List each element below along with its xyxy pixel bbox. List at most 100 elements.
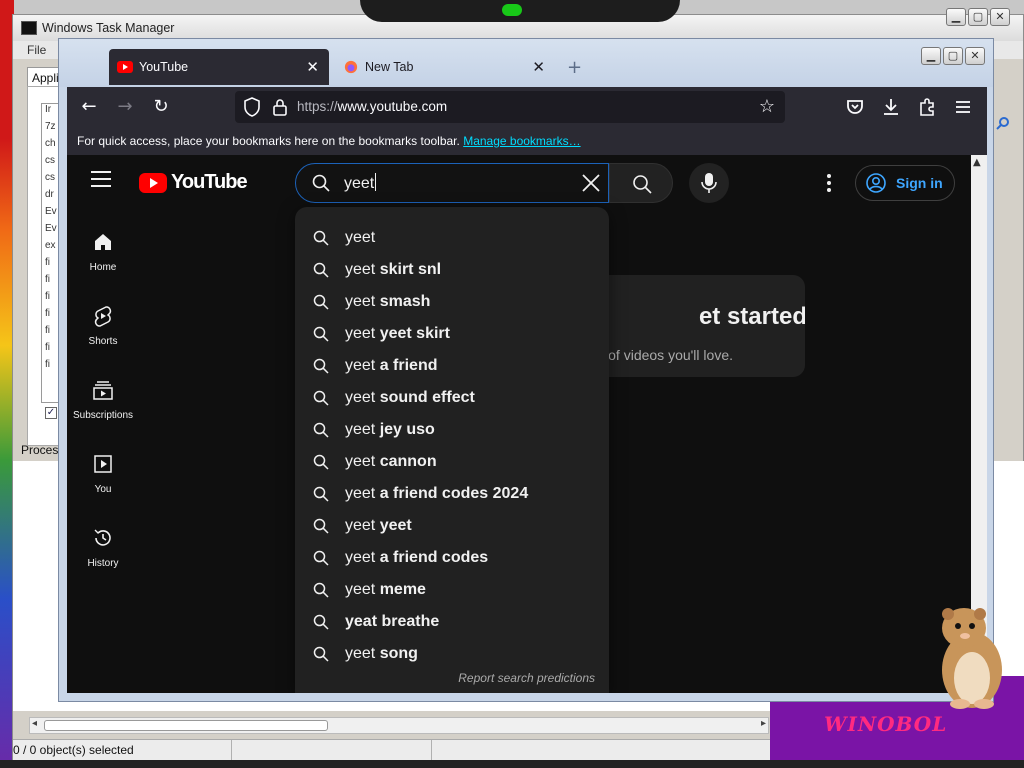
new-tab-button[interactable]: + [567, 57, 582, 78]
search-icon [313, 422, 329, 438]
suggestion-completion: meme [375, 581, 426, 598]
url-text[interactable]: https://www.youtube.com [297, 99, 447, 114]
firefox-window: YouTube ✕ New Tab ✕ + ▁ ▢ ✕ ← → ↻ https:… [58, 38, 994, 702]
suggestion-item[interactable]: yeet a friend [295, 351, 609, 383]
sidebar-item-subscriptions[interactable]: Subscriptions [67, 367, 139, 441]
hamster-image [942, 608, 1002, 709]
suggestion-item[interactable]: yeet song [295, 639, 609, 671]
taskbar-strip [0, 760, 1024, 768]
status-text: 0 / 0 object(s) selected [13, 743, 134, 757]
tab-new-tab[interactable]: New Tab ✕ [335, 49, 555, 85]
voice-search-button[interactable] [689, 163, 729, 203]
suggestion-prefix: yeet [345, 389, 376, 406]
suggestion-completion: song [375, 645, 418, 662]
scrollbar-thumb[interactable] [44, 720, 328, 731]
guide-menu-icon[interactable] [91, 171, 111, 187]
sidebar-item-home[interactable]: Home [67, 219, 139, 293]
search-input[interactable]: yeet [295, 163, 609, 203]
maximize-button[interactable]: ▢ [943, 47, 963, 65]
search-icon [313, 582, 329, 598]
suggestion-text: yeet a friend codes 2024 [345, 485, 528, 503]
forward-icon[interactable]: → [111, 95, 139, 119]
report-predictions-link[interactable]: Report search predictions [458, 671, 595, 685]
lock-icon[interactable] [271, 98, 289, 116]
clear-search-icon[interactable] [580, 172, 602, 194]
search-icon [313, 326, 329, 342]
search-query[interactable]: yeet [344, 173, 377, 193]
search-button[interactable] [609, 163, 673, 203]
suggestion-text: yeet smash [345, 293, 430, 311]
close-button[interactable]: ✕ [990, 8, 1010, 26]
back-icon[interactable]: ← [75, 95, 103, 119]
sign-in-button[interactable]: Sign in [855, 165, 955, 201]
suggestion-item[interactable]: yeet smash [295, 287, 609, 319]
sidebar-item-shorts[interactable]: Shorts [67, 293, 139, 367]
suggestion-completion: a friend codes [375, 549, 489, 566]
sidebar-item-label: History [87, 558, 119, 569]
suggestion-text: yeet [345, 229, 375, 247]
menu-icon[interactable] [951, 95, 975, 119]
you-icon [94, 455, 112, 473]
reload-icon[interactable]: ↻ [147, 95, 175, 119]
suggestion-item[interactable]: yeet jey uso [295, 415, 609, 447]
tab-label: New Tab [365, 60, 414, 74]
firefox-window-controls: ▁ ▢ ✕ [921, 47, 985, 65]
suggestion-prefix: yeet [345, 357, 376, 374]
close-tab-icon[interactable]: ✕ [532, 58, 545, 76]
url-bar[interactable]: https://www.youtube.com ☆ [235, 91, 785, 123]
search-icon [996, 117, 1009, 130]
sidebar-item-history[interactable]: History [67, 515, 139, 589]
history-icon [94, 529, 111, 546]
scroll-up-icon[interactable]: ▲ [973, 157, 981, 168]
search-suggestions: Report search predictions yeet yeet skirt… [295, 207, 609, 693]
pocket-icon[interactable] [843, 95, 867, 119]
scroll-left-icon[interactable]: ◂ [32, 718, 37, 729]
suggestion-item[interactable]: yeet a friend codes [295, 543, 609, 575]
more-options-icon[interactable] [819, 171, 839, 195]
youtube-logo-text: YouTube [171, 171, 248, 193]
tab-youtube[interactable]: YouTube ✕ [109, 49, 329, 85]
task-manager-title: Windows Task Manager [42, 21, 175, 35]
download-icon[interactable] [879, 95, 903, 119]
sidebar-item-you[interactable]: You [67, 441, 139, 515]
suggestion-item[interactable]: yeet yeet [295, 511, 609, 543]
search-icon [313, 358, 329, 374]
minimize-button[interactable]: ▁ [946, 8, 966, 26]
maximize-button[interactable]: ▢ [968, 8, 988, 26]
suggestion-item[interactable]: yeet yeet skirt [295, 319, 609, 351]
close-tab-icon[interactable]: ✕ [306, 58, 319, 76]
search-icon [312, 174, 330, 192]
star-icon[interactable]: ☆ [759, 96, 775, 117]
suggestion-item[interactable]: yeet meme [295, 575, 609, 607]
menu-file[interactable]: File [27, 43, 46, 57]
suggestion-completion: a friend [375, 357, 438, 374]
show-checkbox[interactable]: ✓ [45, 407, 57, 419]
manage-bookmarks-link[interactable]: Manage bookmarks… [463, 134, 580, 148]
suggestion-prefix: yeet [345, 517, 376, 534]
suggestion-text: yeet meme [345, 581, 426, 599]
extensions-icon[interactable] [915, 95, 939, 119]
suggestion-text: yeet sound effect [345, 389, 475, 407]
scroll-right-icon[interactable]: ▸ [761, 718, 766, 729]
suggestion-completion: yeat breathe [345, 613, 440, 630]
suggestion-item[interactable]: yeet a friend codes 2024 [295, 479, 609, 511]
text-caret [375, 173, 377, 191]
suggestion-prefix: yeet [345, 421, 376, 438]
suggestion-item[interactable]: yeet [295, 223, 609, 255]
suggestion-completion: smash [375, 293, 431, 310]
page-viewport: YouTube yeet Sign in Home Shorts Subscri… [67, 155, 971, 693]
minimize-button[interactable]: ▁ [921, 47, 941, 65]
shield-icon[interactable] [243, 97, 261, 117]
task-manager-window-controls: ▁ ▢ ✕ [946, 8, 1010, 26]
horizontal-scrollbar[interactable]: ◂ ▸ [29, 717, 769, 734]
search-icon [313, 230, 329, 246]
banner-text: WINOBOL [824, 712, 948, 736]
suggestion-item[interactable]: yeat breathe [295, 607, 609, 639]
search-icon [633, 175, 652, 194]
suggestion-item[interactable]: yeet sound effect [295, 383, 609, 415]
suggestion-item[interactable]: yeet cannon [295, 447, 609, 479]
bookmarks-hint: For quick access, place your bookmarks h… [77, 134, 460, 148]
suggestion-item[interactable]: yeet skirt snl [295, 255, 609, 287]
close-button[interactable]: ✕ [965, 47, 985, 65]
suggestion-text: yeet cannon [345, 453, 437, 471]
